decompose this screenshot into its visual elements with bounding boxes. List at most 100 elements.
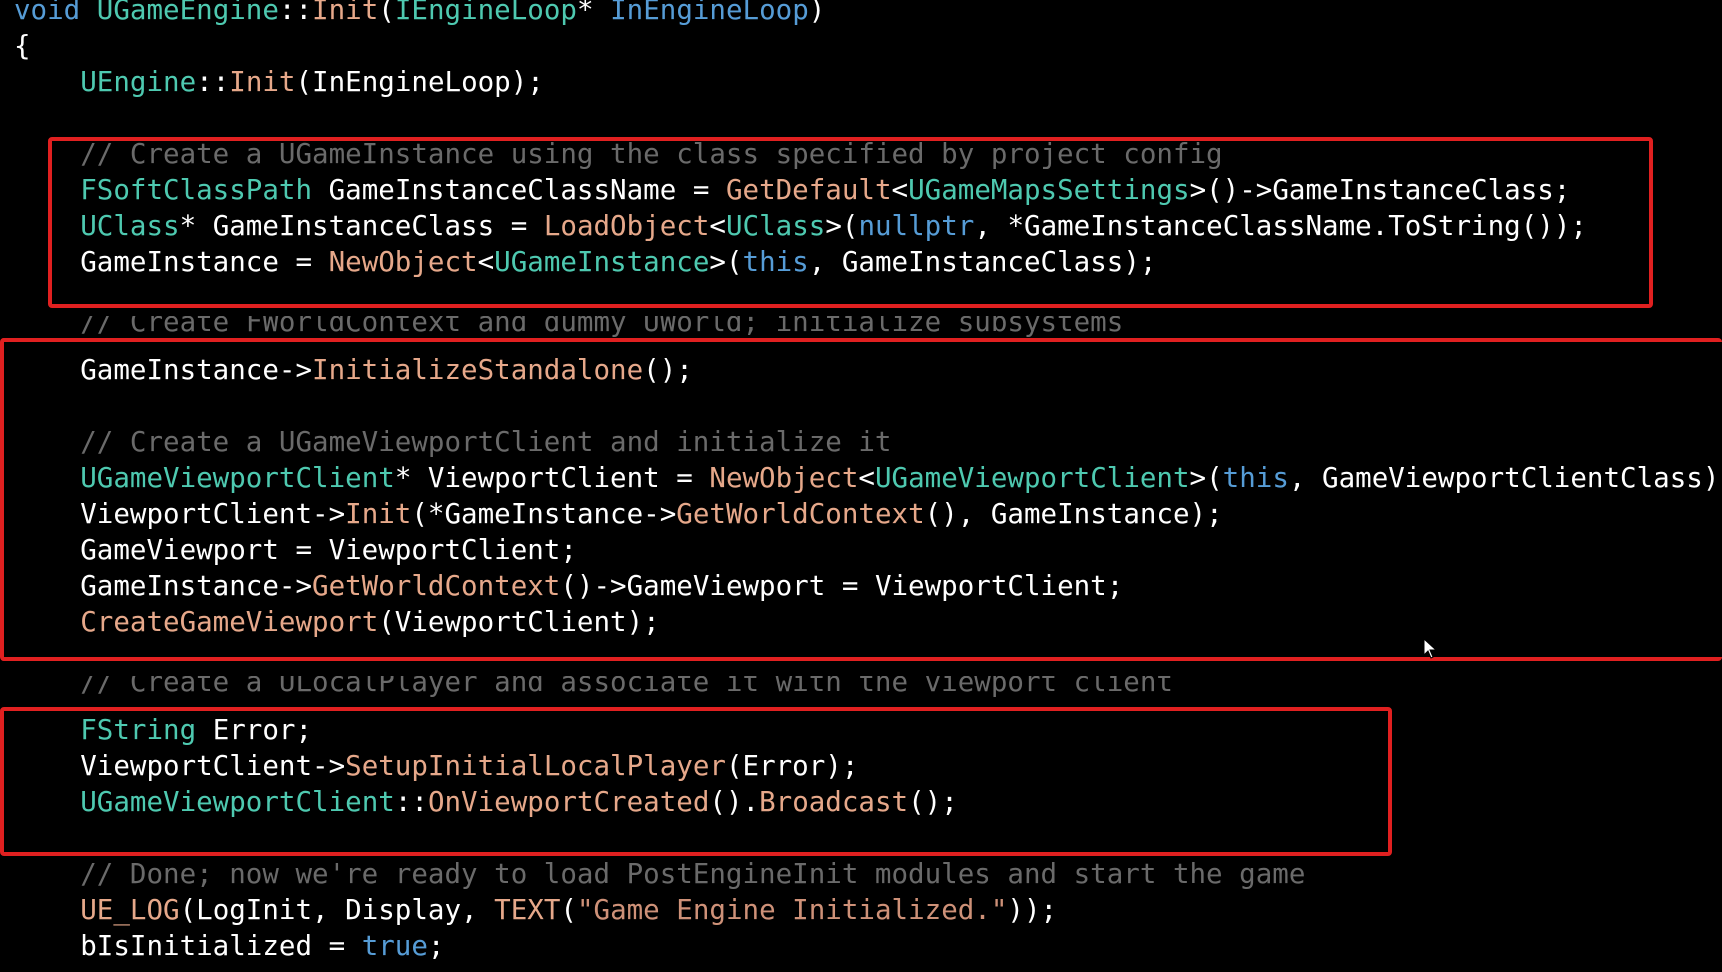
code-token: < [709,210,726,242]
code-line: FSoftClassPath GameInstanceClassName = G… [14,172,1722,208]
code-token: this [742,246,809,278]
code-token: >( [1189,462,1223,494]
code-token: < [477,246,495,278]
code-line: // Done; now we're ready to load PostEng… [14,856,1722,892]
code-token: (); [643,354,693,386]
code-token: * ViewportClient = [394,462,710,494]
code-line: UEngine::Init(InEngineLoop); [14,64,1722,100]
code-token: UGameViewportClient [80,462,395,494]
code-line: void UGameEngine::Init(IEngineLoop* InEn… [14,0,1722,28]
code-token: (). [709,786,760,818]
code-token: FString [80,714,197,746]
code-line: // Create a ULocalPlayer and associate i… [14,676,1722,712]
code-line: ViewportClient->SetupInitialLocalPlayer(… [14,748,1722,784]
code-token: GameInstance = [14,246,329,278]
code-token: nullptr [858,210,975,242]
code-token: NewObject [709,462,859,494]
code-line: CreateGameViewport(ViewportClient); [14,604,1722,640]
code-token: )); [1007,894,1058,926]
code-token: // Create a ULocalPlayer and associate i… [14,676,1173,698]
code-token: UE_LOG [80,894,180,926]
code-token: InitializeStandalone [312,354,644,386]
code-token: (), GameInstance); [924,498,1223,530]
code-token: Error; [196,714,313,746]
code-line: // Create a UGameInstance using the clas… [14,136,1722,172]
code-token: * [576,0,611,26]
code-token: Init [312,0,379,26]
code-token: bIsInitialized = [14,930,362,962]
code-line: GameInstance->InitializeStandalone(); [14,352,1722,388]
code-token: OnViewportCreated [427,786,710,818]
code-token: GameInstanceClassName = [312,174,726,206]
code-token: "Game Engine Initialized." [576,894,1008,926]
code-token: // Create a UGameInstance using the clas… [14,138,1223,170]
code-token: UGameViewportClient [874,462,1190,494]
code-token: // Create a UGameViewportClient and init… [14,426,892,458]
code-token: < [858,462,875,494]
code-token: UClass [80,210,180,242]
code-token: UEngine [80,66,197,98]
code-token: GetDefault [725,174,892,206]
code-token: , GameViewportClientClass); [1288,462,1722,494]
code-token: (LogInit, Display, [179,894,495,926]
code-editor[interactable]: void UGameEngine::Init( IEngineLoop* InEn… [0,0,1722,972]
code-token: IEngineLoop [394,0,577,26]
code-token: true [361,930,428,962]
code-token: UGameEngine [96,0,279,26]
code-token: InEngineLoop [610,0,809,26]
code-token: (ViewportClient); [378,606,660,638]
code-line: // Create a UGameViewportClient and init… [14,424,1722,460]
code-token: , GameInstanceClass); [808,246,1157,278]
code-token: (); [908,786,958,818]
code-token: // Done; now we're ready to load PostEng… [14,858,1306,890]
code-token: >( [709,246,743,278]
code-line: // Create FWorldContext and dummy UWorld… [14,316,1722,352]
code-token: GameInstance-> [14,570,313,602]
code-line: UClass* GameInstanceClass = LoadObject<U… [14,208,1722,244]
code-token: UGameViewportClient [80,786,395,818]
code-token: void [14,0,97,26]
code-token: , *GameInstanceClassName.ToString()); [974,210,1587,242]
code-token: (*GameInstance-> [411,498,677,530]
code-token: TEXT [494,894,561,926]
code-line: bIsInitialized = true; [14,928,1722,964]
code-token: Init [229,66,296,98]
code-token: GetWorldContext [676,498,925,530]
code-token: (Error); [725,750,859,782]
code-token: >()->GameInstanceClass; [1189,174,1571,206]
code-token: GameViewport = ViewportClient; [14,534,577,566]
code-token: < [891,174,909,206]
code-line: GameInstance = NewObject<UGameInstance>(… [14,244,1722,280]
code-token: ViewportClient-> [14,750,346,782]
code-token: UGameInstance [494,246,710,278]
code-token: * GameInstanceClass = [179,210,544,242]
code-line: GameViewport = ViewportClient; [14,532,1722,568]
code-token: // Create FWorldContext and dummy UWorld… [14,316,1124,338]
code-token: SetupInitialLocalPlayer [345,750,726,782]
code-token: ViewportClient-> [14,498,346,530]
code-token: GetWorldContext [312,570,561,602]
code-token: ( [560,894,577,926]
code-token: ()->GameViewport = ViewportClient; [560,570,1124,602]
code-token: (InEngineLoop); [295,66,544,98]
code-token: GameInstance-> [14,354,313,386]
code-line: ViewportClient->Init(*GameInstance->GetW… [14,496,1722,532]
code-line: { [14,28,1722,64]
code-token: UGameMapsSettings [908,174,1190,206]
code-token: :: [196,66,230,98]
code-token: :: [278,0,313,26]
code-token: CreateGameViewport [80,606,379,638]
code-token: LoadObject [543,210,710,242]
code-token: ) [808,0,826,26]
